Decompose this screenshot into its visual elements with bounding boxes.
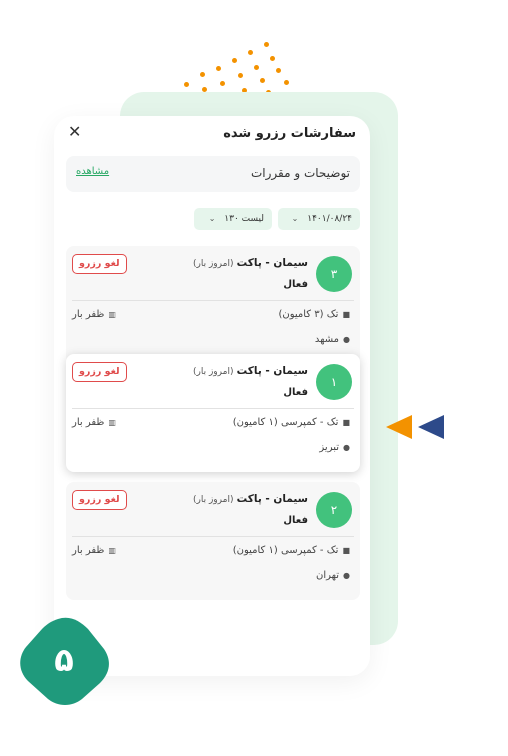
order-card[interactable]: ۳ سیمان - پاکت (امروز بار) فعال لغو رزرو… bbox=[66, 246, 360, 364]
rules-section: توضیحات و مقررات مشاهده bbox=[66, 156, 360, 192]
order-company: سیمان - پاکت (امروز بار) bbox=[193, 257, 308, 269]
truck-text: تک - کمپرسی (۱ کامیون) bbox=[232, 417, 339, 428]
chevron-down-icon: ⌄ bbox=[208, 214, 216, 223]
rules-label: توضیحات و مقررات bbox=[250, 166, 350, 180]
cancel-reservation-button[interactable]: لغو رزرو bbox=[72, 490, 127, 510]
decorative-dots bbox=[180, 38, 300, 98]
list-filter-dropdown[interactable]: لیست ۱۳۰ ⌄ bbox=[194, 208, 272, 230]
location-pin-icon: ● bbox=[343, 335, 350, 344]
city-info: ●مشهد bbox=[315, 334, 350, 345]
load-tag: (امروز بار) bbox=[193, 495, 234, 505]
order-company: سیمان - پاکت (امروز بار) bbox=[193, 365, 308, 377]
building-icon: ▥ bbox=[108, 546, 116, 555]
chevron-down-icon: ⌄ bbox=[291, 214, 299, 223]
divider bbox=[72, 536, 354, 537]
order-status: فعال bbox=[283, 515, 308, 526]
divider bbox=[72, 408, 354, 409]
truck-info: ■تک - کمپرسی (۱ کامیون) bbox=[233, 545, 350, 556]
step-number: ۵ bbox=[54, 641, 74, 679]
list-filter-value: لیست ۱۳۰ bbox=[224, 214, 264, 224]
city-info: ●تهران bbox=[316, 570, 350, 581]
city-text: مشهد bbox=[314, 334, 340, 345]
owner-info: ▥ظفر بار bbox=[72, 545, 116, 556]
load-tag: (امروز بار) bbox=[193, 259, 234, 269]
truck-icon: ■ bbox=[342, 310, 350, 319]
order-card-selected[interactable]: ۱ سیمان - پاکت (امروز بار) فعال لغو رزرو… bbox=[66, 354, 360, 472]
truck-icon: ■ bbox=[342, 546, 350, 555]
cancel-reservation-button[interactable]: لغو رزرو bbox=[72, 362, 127, 382]
close-icon[interactable]: ✕ bbox=[68, 124, 84, 140]
company-name: سیمان - پاکت bbox=[236, 257, 308, 269]
divider bbox=[72, 300, 354, 301]
date-filter-value: ۱۴۰۱/۰۸/۲۴ bbox=[307, 214, 352, 224]
city-text: تهران bbox=[315, 570, 340, 581]
building-icon: ▥ bbox=[108, 310, 116, 319]
order-number-badge: ۳ bbox=[316, 256, 352, 292]
date-filter-dropdown[interactable]: ۱۴۰۱/۰۸/۲۴ ⌄ bbox=[278, 208, 360, 230]
order-card[interactable]: ۲ سیمان - پاکت (امروز بار) فعال لغو رزرو… bbox=[66, 482, 360, 600]
city-info: ●تبریز bbox=[319, 442, 350, 453]
order-number-badge: ۱ bbox=[316, 364, 352, 400]
owner-text: ظفر بار bbox=[72, 309, 105, 320]
screen-header: سفارشات رزرو شده ✕ bbox=[54, 116, 370, 152]
reserved-orders-screen: سفارشات رزرو شده ✕ توضیحات و مقررات مشاه… bbox=[54, 116, 370, 676]
order-status: فعال bbox=[283, 279, 308, 290]
truck-info: ■تک - کمپرسی (۱ کامیون) bbox=[233, 417, 350, 428]
pointer-arrows-icon bbox=[386, 415, 444, 439]
company-name: سیمان - پاکت bbox=[236, 365, 308, 377]
order-company: سیمان - پاکت (امروز بار) bbox=[193, 493, 308, 505]
truck-icon: ■ bbox=[342, 418, 350, 427]
owner-text: ظفر بار bbox=[72, 417, 105, 428]
step-badge: ۵ bbox=[18, 615, 110, 705]
owner-info: ▥ظفر بار bbox=[72, 417, 116, 428]
building-icon: ▥ bbox=[108, 418, 116, 427]
cancel-reservation-button[interactable]: لغو رزرو bbox=[72, 254, 127, 274]
truck-text: تک (۳ کامیون) bbox=[278, 309, 339, 320]
view-rules-link[interactable]: مشاهده bbox=[76, 166, 109, 177]
location-pin-icon: ● bbox=[343, 571, 350, 580]
city-text: تبریز bbox=[319, 442, 340, 453]
owner-info: ▥ظفر بار bbox=[72, 309, 116, 320]
owner-text: ظفر بار bbox=[72, 545, 105, 556]
truck-text: تک - کمپرسی (۱ کامیون) bbox=[232, 545, 339, 556]
load-tag: (امروز بار) bbox=[193, 367, 234, 377]
order-number-badge: ۲ bbox=[316, 492, 352, 528]
company-name: سیمان - پاکت bbox=[236, 493, 308, 505]
order-status: فعال bbox=[283, 387, 308, 398]
truck-info: ■تک (۳ کامیون) bbox=[278, 309, 350, 320]
location-pin-icon: ● bbox=[343, 443, 350, 452]
page-title: سفارشات رزرو شده bbox=[223, 126, 356, 141]
filter-bar: ۱۴۰۱/۰۸/۲۴ ⌄ لیست ۱۳۰ ⌄ bbox=[194, 208, 360, 230]
